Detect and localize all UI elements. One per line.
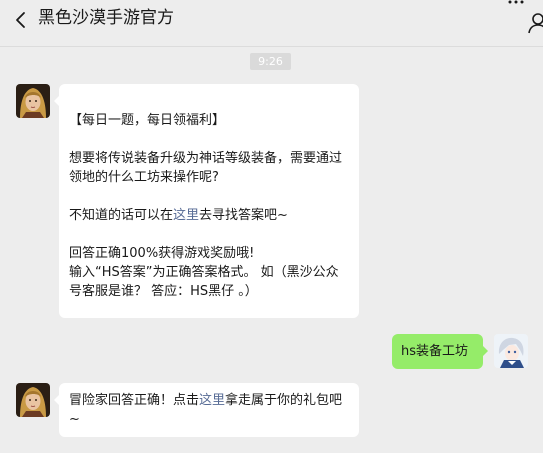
bubble-tail	[54, 395, 59, 405]
message-text: hs装备工坊	[401, 344, 469, 359]
message-text: 不知道的话可以在这里去寻找答案吧~	[69, 206, 349, 225]
sender-avatar[interactable]	[16, 383, 50, 417]
bubble-tail	[54, 96, 59, 106]
back-button[interactable]	[12, 8, 32, 32]
anime-avatar-icon	[494, 334, 528, 368]
person-icon	[528, 13, 543, 34]
gift-link[interactable]: 这里	[199, 393, 225, 408]
received-message-bubble[interactable]: 冒险家回答正确！点击这里拿走属于你的礼包吧~	[54, 383, 359, 437]
message-text-segment: 去寻找答案吧~	[199, 208, 288, 223]
message-text: 想要将传说装备升级为神话等级装备，需要通过领地的什么工坊来操作呢?	[69, 151, 343, 185]
more-dots-icon[interactable]	[508, 0, 524, 4]
sender-avatar[interactable]	[16, 84, 50, 118]
message-text-segment: 冒险家回答正确！点击	[69, 393, 200, 408]
profile-button[interactable]	[527, 12, 543, 34]
character-avatar-icon	[16, 383, 50, 417]
answer-link[interactable]: 这里	[173, 208, 199, 223]
message-text: 回答正确100%获得游戏奖励哦!	[69, 246, 255, 261]
message-text: 输入“HS答案”为正确答案格式。 如（黑沙公众号客服是谁？ 答应：HS黑仔 。）	[69, 265, 339, 299]
chat-header: 黑色沙漠手游官方	[0, 0, 543, 47]
received-message-bubble[interactable]: 【每日一题，每日领福利】 想要将传说装备升级为神话等级装备，需要通过领地的什么工…	[54, 84, 359, 318]
chat-title: 黑色沙漠手游官方	[38, 8, 174, 28]
message-timestamp: 9:26	[250, 53, 291, 70]
chevron-left-icon	[16, 12, 25, 28]
character-avatar-icon	[16, 84, 50, 118]
bubble-tail	[483, 346, 488, 356]
message-text-segment: 不知道的话可以在	[69, 208, 174, 223]
sent-message-bubble[interactable]: hs装备工坊	[392, 334, 488, 369]
message-text: 【每日一题，每日领福利】	[69, 113, 226, 128]
message-text: 冒险家回答正确！点击这里拿走属于你的礼包吧~	[69, 391, 349, 429]
my-avatar[interactable]	[494, 334, 528, 368]
